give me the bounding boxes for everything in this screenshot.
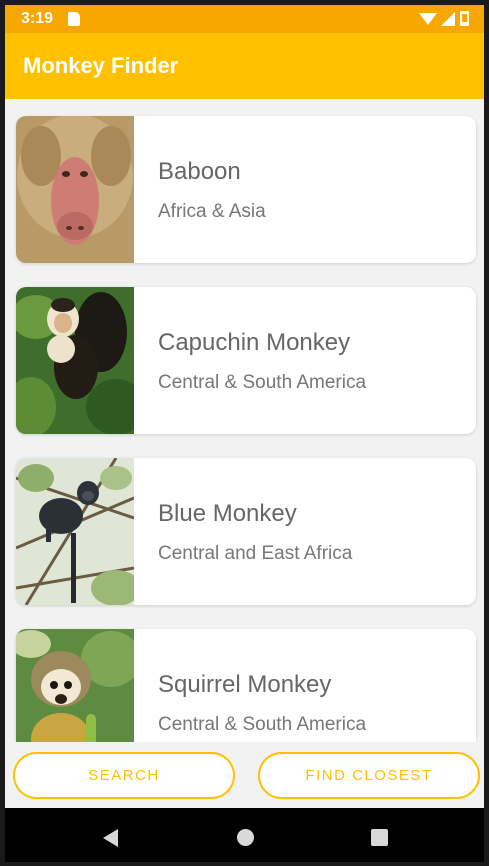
monkey-location: Africa & Asia <box>158 201 266 222</box>
monkey-list[interactable]: Baboon Africa & Asia Capuchin Monkey Cen… <box>5 99 484 742</box>
sd-card-icon <box>68 12 80 26</box>
wifi-icon <box>419 13 437 25</box>
monkey-card-capuchin[interactable]: Capuchin Monkey Central & South America <box>16 287 476 434</box>
app-title: Monkey Finder <box>23 53 179 78</box>
find-closest-button[interactable]: FIND CLOSEST <box>258 752 480 799</box>
battery-icon <box>460 11 469 26</box>
monkey-location: Central and East Africa <box>158 543 353 564</box>
monkey-card-baboon[interactable]: Baboon Africa & Asia <box>16 116 476 263</box>
back-icon[interactable] <box>103 829 118 847</box>
navigation-bar <box>5 808 484 862</box>
monkey-location: Central & South America <box>158 372 367 393</box>
monkey-card-blue-monkey[interactable]: Blue Monkey Central and East Africa <box>16 458 476 605</box>
blue-monkey-photo <box>16 458 134 605</box>
action-bar: SEARCH FIND CLOSEST <box>5 742 484 808</box>
phone-screen: 3:19 Monkey Finder Baboon Africa & Asia … <box>5 5 484 862</box>
app-bar: Monkey Finder <box>5 33 484 99</box>
status-time: 3:19 <box>21 10 54 27</box>
monkey-location: Central & South America <box>158 714 367 735</box>
signal-icon <box>441 12 455 26</box>
status-bar: 3:19 <box>5 5 484 33</box>
capuchin-photo <box>16 287 134 434</box>
home-icon[interactable] <box>237 829 254 846</box>
monkey-name: Squirrel Monkey <box>158 671 332 698</box>
recent-apps-icon[interactable] <box>371 829 388 846</box>
monkey-name: Capuchin Monkey <box>158 329 351 356</box>
squirrel-monkey-photo <box>16 629 134 742</box>
monkey-name: Blue Monkey <box>158 500 297 527</box>
monkey-card-squirrel-monkey[interactable]: Squirrel Monkey Central & South America <box>16 629 476 742</box>
baboon-photo <box>16 116 134 263</box>
search-button[interactable]: SEARCH <box>13 752 235 799</box>
monkey-name: Baboon <box>158 158 241 185</box>
